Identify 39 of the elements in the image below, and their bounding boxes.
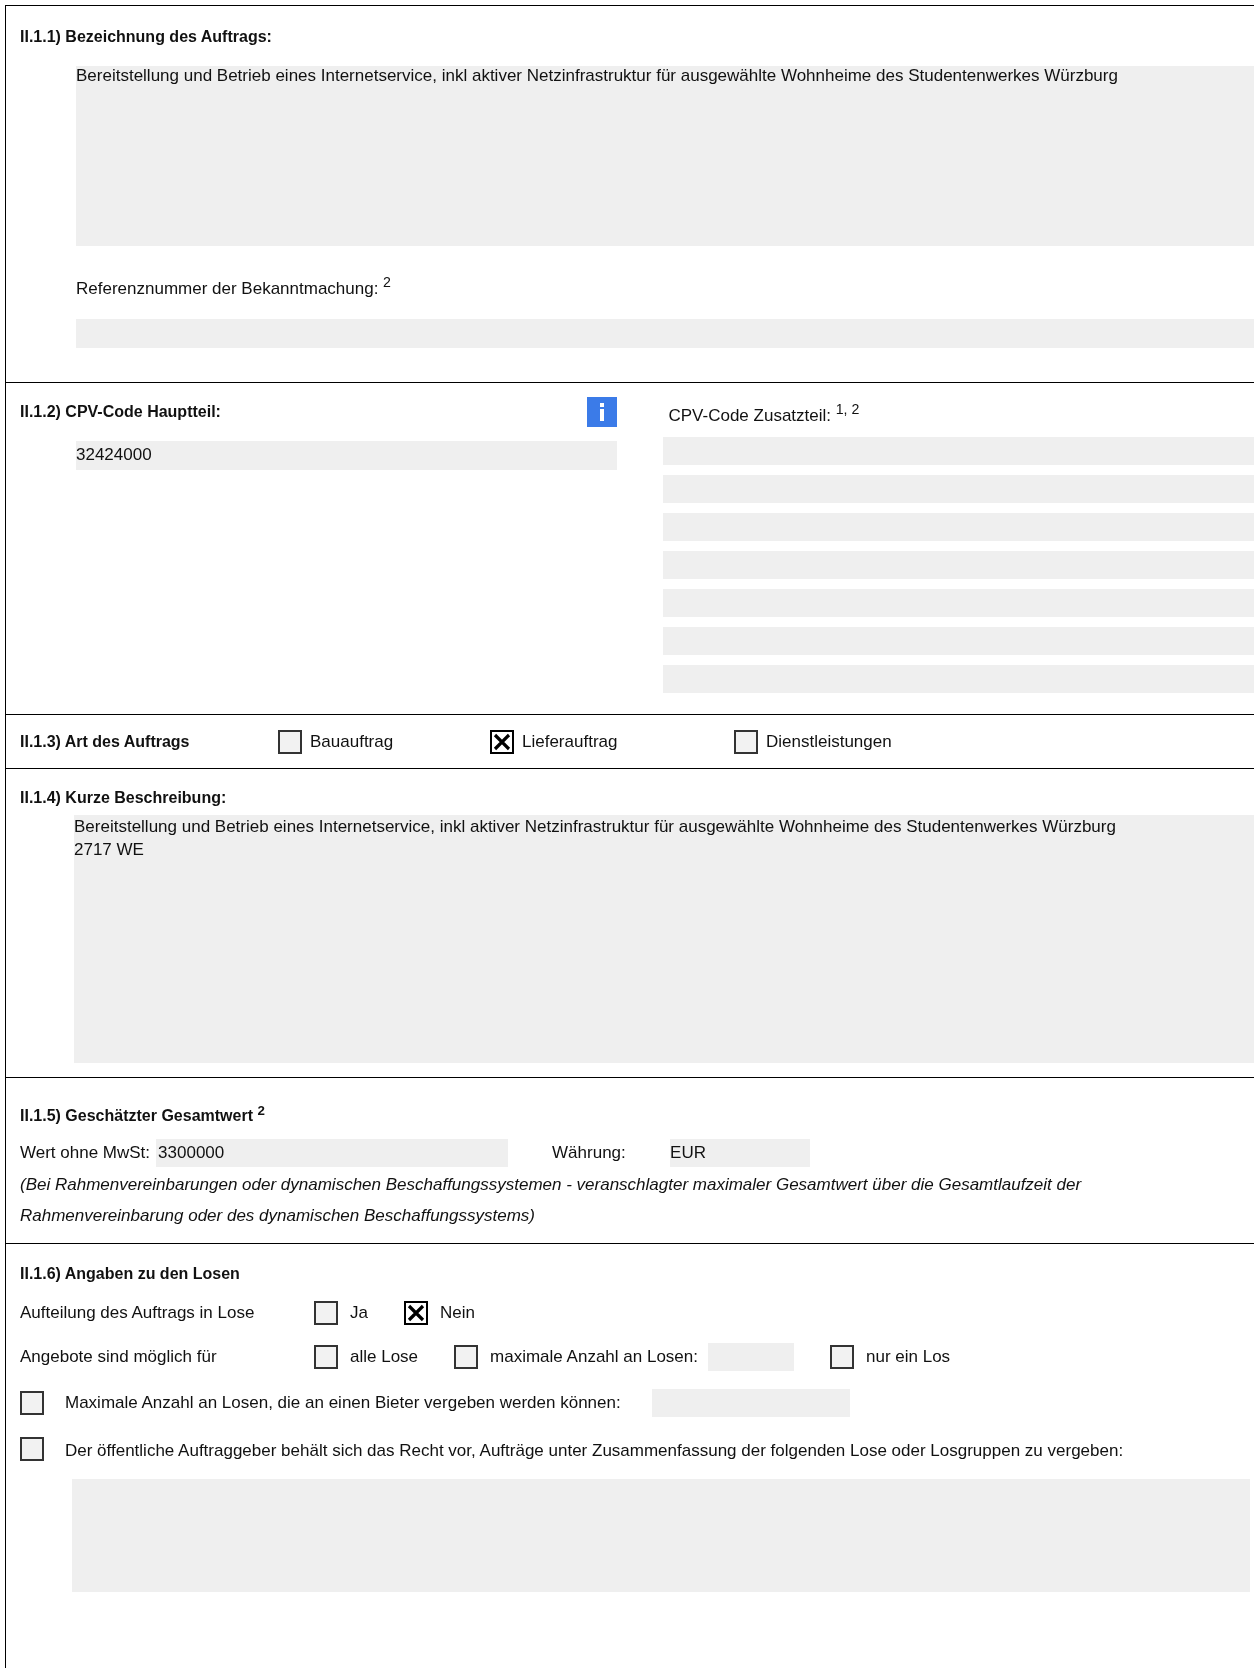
input-field[interactable]: 3300000 — [156, 1139, 509, 1168]
input-field[interactable]: Bereitstellung und Betrieb eines Internetservice, inkl aktiver Netzinfrastruktur für ausgewählte Wohnheime des Studentenwerkes Würzburg 2717 WE — [74, 815, 1254, 1063]
checkbox[interactable] — [278, 729, 302, 754]
option-label: Dienstleistungen — [766, 731, 892, 752]
checkbox[interactable] — [454, 1345, 479, 1369]
section-title: II.1.2) CPV-Code Hauptteil: — [20, 403, 221, 421]
option-label: nur ein Los — [865, 1347, 951, 1367]
option-label: Maximale Anzahl an Losen, die an einen Bieter vergeben werden können: — [65, 1393, 621, 1413]
option-label: alle Lose — [350, 1347, 419, 1367]
option-label: Ja — [350, 1303, 368, 1323]
section-title: II.1.6) Angaben zu den Losen — [20, 1265, 241, 1283]
note-text: (Bei Rahmenvereinbarungen oder dynamischen Beschaffungssystemen - veranschlagter maximaler Gesamtwert über die Gesamtlaufzeit der Rahmenvereinbarung oder des dynamischen Beschaffungssystems) — [20, 1174, 1083, 1228]
field-label: Angebote sind möglich für — [20, 1347, 218, 1367]
checkbox[interactable] — [403, 1301, 428, 1325]
field-label: Aufteilung des Auftrags in Lose — [20, 1303, 256, 1323]
input-field[interactable]: 32424000 — [76, 441, 617, 470]
field-label: Wert ohne MwSt: — [20, 1143, 151, 1164]
info-icon[interactable] — [586, 397, 617, 427]
checkbox[interactable] — [829, 1345, 854, 1369]
field-label: Währung: — [552, 1143, 627, 1164]
option-label: Der öffentliche Auftraggeber behält sich das Recht vor, Aufträge unter Zusammenfassung der folgenden Lose oder Losgruppen zu vergeben: — [65, 1440, 1125, 1462]
section-title: II.1.3) Art des Auftrags — [20, 732, 191, 751]
option-label: maximale Anzahl an Losen: — [490, 1347, 698, 1367]
checkbox[interactable] — [20, 1391, 44, 1415]
option-label: Bauauftrag — [310, 731, 394, 752]
section-title: II.1.4) Kurze Beschreibung: — [20, 789, 228, 807]
input-field[interactable]: Bereitstellung und Betrieb eines Internetservice, inkl aktiver Netzinfrastruktur für ausgewählte Wohnheime des Studentenwerkes Würzburg — [76, 66, 1254, 246]
input-field[interactable]: EUR — [670, 1139, 811, 1168]
checkbox[interactable] — [490, 729, 514, 754]
field-label: Referenznummer der Bekanntmachung: $^{2}$ — [76, 274, 392, 299]
option-label: Lieferauftrag — [522, 731, 618, 752]
checkbox[interactable] — [734, 729, 758, 754]
checkbox[interactable] — [314, 1345, 338, 1369]
checkbox[interactable] — [314, 1301, 338, 1325]
option-label: Nein — [439, 1303, 475, 1323]
section-title: II.1.1) Bezeichnung des Auftrags: — [20, 28, 273, 46]
checkbox[interactable] — [20, 1437, 44, 1461]
section-title: II.1.5) Geschätzter Gesamtwert $^{2}$ — [20, 1102, 266, 1127]
field-label: CPV-Code Zusatzteil: $^{1, 2}$ — [668, 401, 861, 427]
